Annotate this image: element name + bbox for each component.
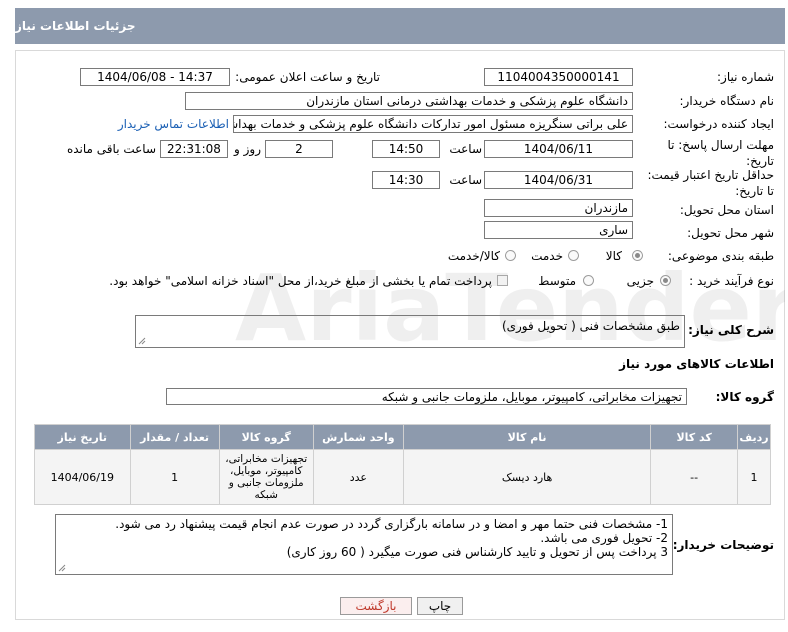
page-title: جزئیات اطلاعات نیاز [15,19,136,33]
validity-time-label: ساعت [449,173,482,187]
col-code: کد کالا [650,424,739,450]
col-qty: تعداد / مقدار [129,424,220,450]
city-label: شهر محل تحویل: [687,226,774,240]
back-button[interactable]: بازگشت [340,597,412,615]
cell-date: 1404/06/19 [34,449,131,505]
validity-date-field: 1404/06/31 [484,171,633,189]
category-both-label: کالا/خدمت [447,249,500,263]
table-row: 1 -- هارد دیسک عدد تجهیزات مخابراتی، کام… [34,449,771,505]
purchase-medium-radio[interactable] [583,275,594,286]
deadline-days-label: روز و [234,142,261,156]
category-service-label: خدمت [531,249,563,263]
purchase-minor-radio[interactable] [660,275,671,286]
goods-section-title: اطلاعات کالاهای مورد نیاز [619,357,774,371]
buyer-note-line: 1- مشخصات فنی حتما مهر و امضا و در سامان… [115,517,668,531]
col-unit: واحد شمارش [312,424,404,450]
goods-group-field: تجهیزات مخابراتی، کامپیوتر، موبایل، ملزو… [166,388,687,405]
table-header-row: ردیف کد کالا نام کالا واحد شمارش گروه کا… [34,424,771,450]
cell-code: -- [650,449,739,505]
deadline-label: مهلت ارسال پاسخ: تا تاریخ: [667,137,774,169]
purchase-type-label: نوع فرآیند خرید : [689,274,774,288]
category-goods-label: کالا [605,249,622,263]
city-field: ساری [484,221,633,239]
requester-field: علی براتی سنگریزه مسئول امور تدارکات دان… [233,115,633,133]
buyer-notes-label: توضیحات خریدار: [672,538,774,552]
need-number-field: 1104004350000141 [484,68,633,86]
col-name: نام کالا [402,424,652,450]
remaining-time-label: ساعت باقی مانده [66,142,156,156]
buyer-notes-field: 1- مشخصات فنی حتما مهر و امضا و در سامان… [55,514,673,575]
cell-group: تجهیزات مخابراتی، کامپیوتر، موبایل، ملزو… [218,449,314,505]
print-button[interactable]: چاپ [417,597,463,615]
cell-name: هارد دیسک [402,449,652,505]
deadline-label-line1: مهلت ارسال پاسخ: تا [667,138,774,152]
remaining-time-field: 22:31:08 [160,140,228,158]
buyer-contact-link[interactable]: اطلاعات تماس خریدار [118,117,229,131]
announce-field: 1404/06/08 - 14:37 [80,68,230,86]
summary-text: طبق مشخصات فنی ( تحویل فوری) [501,319,680,333]
need-number-label: شماره نیاز: [717,70,774,84]
province-field: مازندران [484,199,633,217]
goods-group-label: گروه کالا: [715,390,774,404]
col-date: تاریخ نیاز [34,424,131,450]
buyer-note-line: 3 پرداخت پس از تحویل و تایید کارشناس فنی… [286,545,668,559]
announce-label: تاریخ و ساعت اعلان عمومی: [235,70,380,84]
deadline-days-field: 2 [265,140,333,158]
page-header: جزئیات اطلاعات نیاز [15,8,785,44]
purchase-medium-label: متوسط [538,274,576,288]
cell-unit: عدد [312,449,404,505]
category-service-radio[interactable] [568,250,579,261]
buyer-org-field: دانشگاه علوم پزشکی و خدمات بهداشتی درمان… [185,92,633,110]
validity-time-field: 14:30 [372,171,440,189]
summary-label: شرح کلی نیاز: [688,323,774,337]
deadline-date-field: 1404/06/11 [484,140,633,158]
treasury-payment-note: پرداخت تمام یا بخشی از مبلغ خرید،از محل … [109,274,492,288]
purchase-minor-label: جزیی [626,274,654,288]
col-row: ردیف [737,424,771,450]
resize-grip-icon[interactable] [138,337,146,345]
requester-label: ایجاد کننده درخواست: [663,117,774,131]
buyer-org-label: نام دستگاه خریدار: [679,94,775,108]
deadline-time-label: ساعت [449,142,482,156]
cell-row: 1 [737,449,771,505]
buyer-note-line: 2- تحویل فوری می باشد. [540,531,668,545]
validity-label-line1: حداقل تاریخ اعتبار قیمت: [647,168,774,182]
deadline-time-field: 14:50 [372,140,440,158]
category-goods-radio[interactable] [632,250,643,261]
summary-field: طبق مشخصات فنی ( تحویل فوری) [135,315,685,348]
category-label: طبقه بندی موضوعی: [667,249,774,263]
category-both-radio[interactable] [505,250,516,261]
cell-qty: 1 [129,449,220,505]
goods-table: ردیف کد کالا نام کالا واحد شمارش گروه کا… [34,424,771,505]
validity-label-line2: تا تاریخ: [735,184,774,198]
resize-grip-icon[interactable] [58,564,66,572]
validity-label: حداقل تاریخ اعتبار قیمت: تا تاریخ: [647,167,774,199]
province-label: استان محل تحویل: [679,203,774,217]
treasury-payment-checkbox[interactable] [497,275,508,286]
col-group: گروه کالا [218,424,314,450]
